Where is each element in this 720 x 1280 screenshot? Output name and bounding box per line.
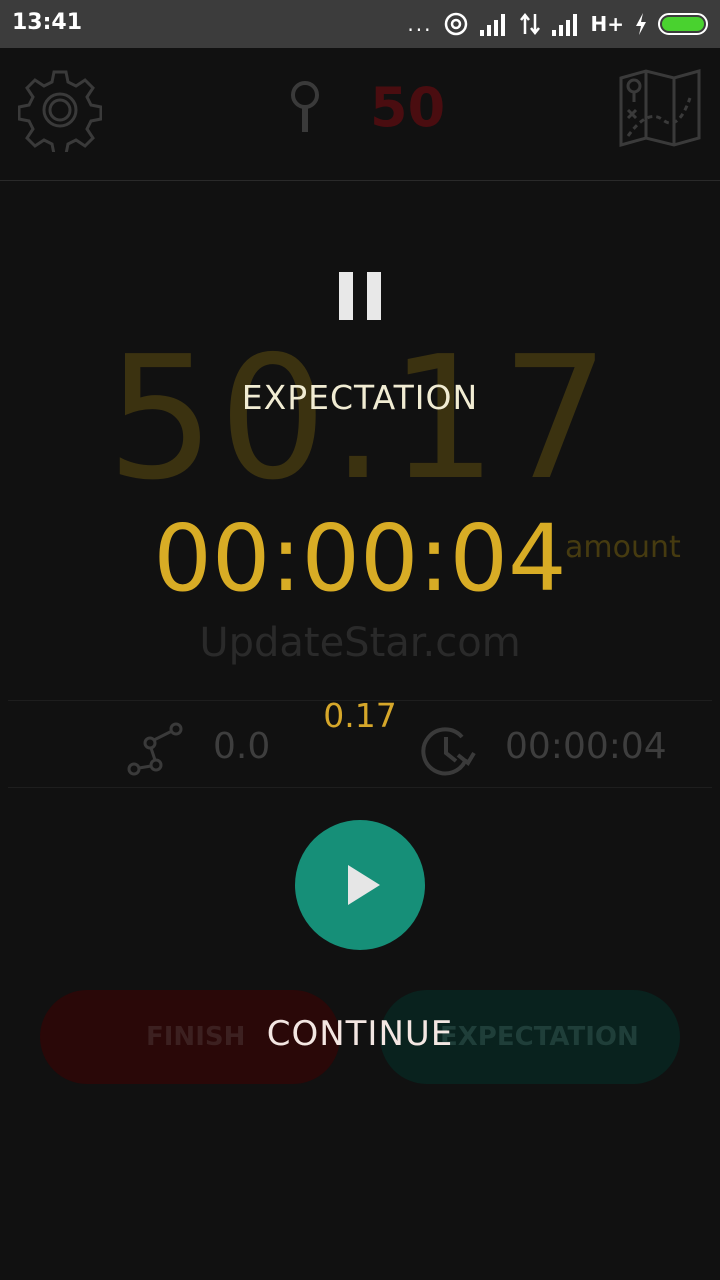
- play-icon: [348, 865, 380, 905]
- network-type: H+: [590, 12, 625, 36]
- signal-icon-2: [551, 14, 577, 36]
- screen: 13:41 ... H+ 50 50.17 amount UpdateStar.…: [0, 0, 720, 1280]
- pause-icon: [339, 272, 381, 320]
- map-pin-icon: [291, 81, 319, 132]
- charging-icon: [636, 13, 646, 35]
- total-distance-display: 50.17: [106, 320, 614, 518]
- play-button[interactable]: [295, 820, 425, 950]
- battery-icon: [658, 13, 708, 35]
- overlay-status-title: EXPECTATION: [241, 378, 479, 417]
- signal-icon: [479, 14, 505, 36]
- map-icon[interactable]: [618, 68, 702, 148]
- hotspot-icon: [444, 12, 467, 36]
- amount-value: 0.17: [323, 696, 397, 735]
- status-icons: ... H+: [407, 10, 708, 38]
- status-bar: 13:41 ... H+: [0, 0, 720, 48]
- app-top-bar: 50: [0, 48, 720, 181]
- elapsed-timer: 00:00:04: [153, 505, 567, 612]
- battery-level: [662, 17, 704, 31]
- more-notifications-icon: ...: [407, 12, 433, 36]
- continue-label[interactable]: CONTINUE: [0, 1014, 720, 1054]
- gear-icon[interactable]: [18, 68, 102, 152]
- watermark: UpdateStar.com: [199, 620, 521, 666]
- status-time: 13:41: [12, 10, 83, 35]
- target-count: 50: [370, 76, 446, 139]
- data-transfer-icon: [519, 12, 540, 36]
